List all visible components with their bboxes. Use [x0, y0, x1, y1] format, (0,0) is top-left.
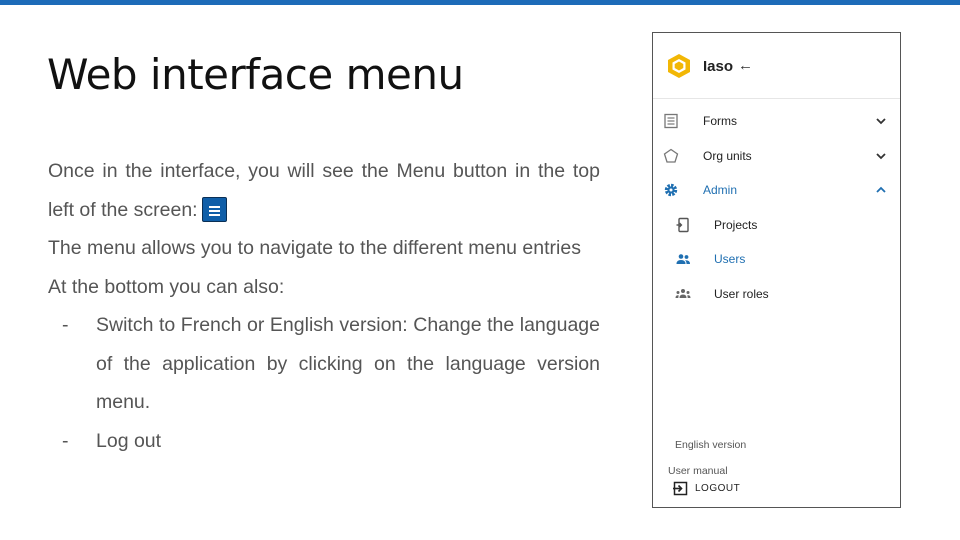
menu-panel-screenshot: Iaso ← Forms Org units Admin Projects Us…	[652, 32, 901, 508]
logout-icon	[673, 481, 688, 496]
menu-button-icon	[201, 196, 227, 222]
user-roles-icon	[675, 289, 691, 298]
slide-title: Web interface menu	[47, 50, 464, 99]
nav-label: Admin	[703, 183, 738, 197]
slide-body: Once in the interface, you will see the …	[48, 152, 600, 460]
bullet-language: - Switch to French or English version: Ch…	[48, 306, 600, 422]
gear-icon	[664, 183, 678, 197]
users-icon	[676, 254, 690, 264]
panel-header: Iaso ←	[653, 33, 900, 99]
bullet-list: - Switch to French or English version: Ch…	[48, 306, 600, 460]
nav-item-forms[interactable]: Forms	[653, 106, 900, 136]
top-accent-bar	[0, 0, 960, 5]
forms-icon	[664, 113, 678, 129]
logout-label: LOGOUT	[695, 483, 741, 494]
nav-label: User roles	[714, 287, 769, 301]
nav-label: Org units	[703, 149, 752, 163]
nav-item-admin[interactable]: Admin	[653, 175, 900, 205]
bullet-logout-text: Log out	[96, 429, 162, 452]
nav-subitem-users[interactable]: Users	[653, 244, 900, 274]
nav-item-org-units[interactable]: Org units	[653, 141, 900, 171]
navigate-paragraph: The menu allows you to navigate to the d…	[48, 237, 581, 259]
projects-icon	[676, 217, 689, 233]
bottom-paragraph: At the bottom you can also:	[48, 275, 285, 298]
chevron-down-icon[interactable]	[875, 150, 887, 162]
nav-subitem-projects[interactable]: Projects	[653, 210, 900, 240]
user-manual-link[interactable]: User manual	[668, 465, 728, 477]
logout-button[interactable]: LOGOUT	[673, 481, 773, 497]
intro-text: Once in the interface, you will see the …	[48, 160, 600, 221]
nav-label: Forms	[703, 114, 737, 128]
nav-subitem-user-roles[interactable]: User roles	[653, 279, 900, 309]
app-name: Iaso	[703, 58, 734, 75]
chevron-down-icon[interactable]	[875, 115, 887, 127]
nav-label: Projects	[714, 218, 758, 232]
pentagon-icon	[663, 148, 679, 163]
nav-label: Users	[714, 252, 746, 266]
language-menu[interactable]: English version	[675, 439, 746, 451]
bullet-dash: -	[62, 429, 69, 452]
chevron-up-icon[interactable]	[875, 184, 887, 196]
bullet-language-text: Switch to French or English version: Cha…	[96, 314, 600, 413]
back-arrow-icon[interactable]: ←	[738, 57, 753, 74]
iaso-logo-icon	[668, 54, 690, 78]
bullet-logout: - Log out	[48, 422, 600, 461]
bullet-dash: -	[62, 314, 69, 336]
intro-paragraph: Once in the interface, you will see the …	[48, 152, 600, 229]
